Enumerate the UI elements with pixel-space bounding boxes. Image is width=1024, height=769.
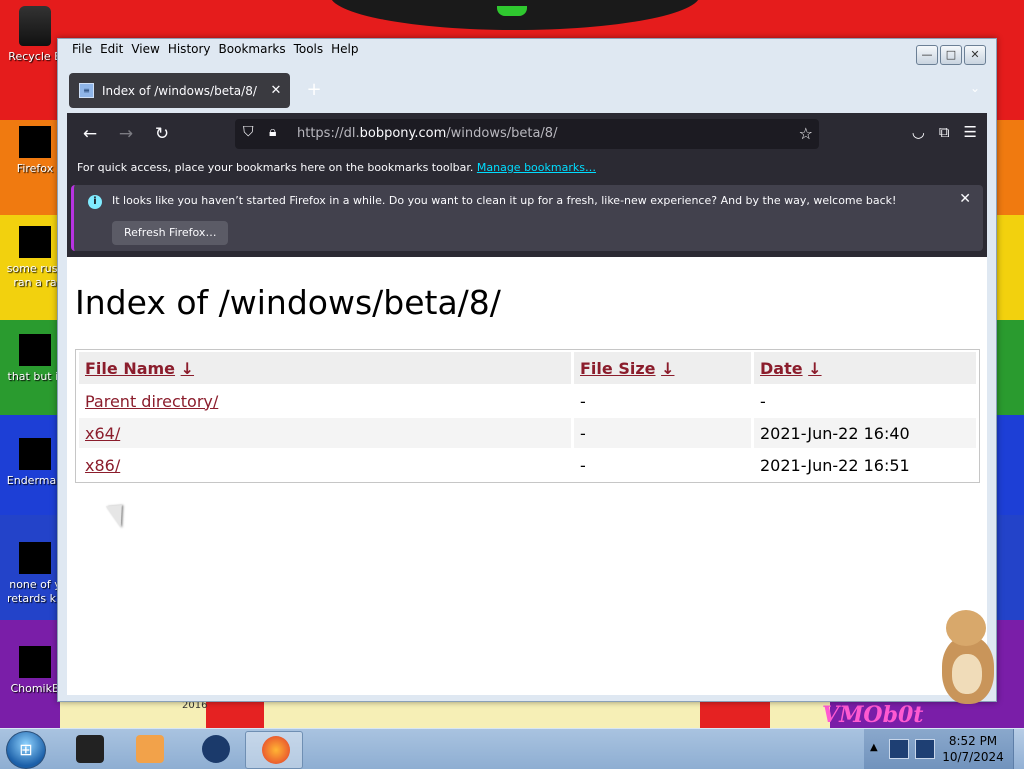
- menu-edit[interactable]: Edit: [98, 39, 129, 61]
- tab-title: Index of /windows/beta/8/: [102, 83, 257, 98]
- start-button[interactable]: ⊞: [6, 731, 46, 769]
- notification-area: i It looks like you haven’t started Fire…: [67, 181, 987, 257]
- menu-help[interactable]: Help: [329, 39, 364, 61]
- file-name-cell: Parent directory/: [79, 386, 571, 416]
- reload-button[interactable]: ↻: [151, 123, 173, 145]
- file-size-cell: -: [580, 391, 586, 411]
- bookmark-star-icon[interactable]: ☆: [799, 124, 813, 143]
- volume-icon[interactable]: [915, 739, 935, 759]
- clock-time: 8:52 PM: [948, 734, 998, 748]
- refresh-notification: i It looks like you haven’t started Fire…: [71, 185, 983, 251]
- table-row: x64/ - 2021-Jun-22 16:40: [79, 418, 976, 448]
- close-tab-icon[interactable]: ✕: [266, 83, 286, 98]
- folder-icon: [19, 334, 51, 366]
- app-icon: [19, 438, 51, 470]
- taskbar-app-firefox[interactable]: [245, 731, 303, 769]
- file-name-cell: x64/: [79, 418, 571, 448]
- media-player-icon: [136, 735, 164, 763]
- maximize-button[interactable]: □: [940, 45, 962, 65]
- date-cell: 2021-Jun-22 16:40: [754, 418, 976, 448]
- navigation-toolbar: ← → ↻ ⛉ 🔒︎ https://dl.bobpony.com/window…: [67, 113, 987, 155]
- tab-strip: ≡ Index of /windows/beta/8/ ✕ + ⌄: [58, 69, 996, 111]
- menu-file[interactable]: File: [70, 39, 98, 61]
- menu-bar: File Edit View History Bookmarks Tools H…: [58, 39, 365, 61]
- shield-icon[interactable]: ⛉: [243, 124, 254, 140]
- hamster-mascot: [928, 606, 1006, 706]
- hamburger-menu-icon[interactable]: ☰: [964, 123, 977, 141]
- page-content: Index of /windows/beta/8/ File Name ↓ Fi…: [67, 257, 987, 695]
- system-tray: ▲ 8:52 PM 10/7/2024: [864, 729, 1024, 769]
- sort-icon[interactable]: ↓: [661, 359, 674, 378]
- app-icon: [19, 646, 51, 678]
- menu-history[interactable]: History: [166, 39, 217, 61]
- table-header-row: File Name ↓ File Size ↓ Date ↓: [79, 352, 976, 384]
- bookmarks-hint: For quick access, place your bookmarks h…: [77, 161, 474, 174]
- terminal-icon: [76, 735, 104, 763]
- wallpaper-art-red: [206, 700, 264, 730]
- lock-icon[interactable]: 🔒︎: [269, 124, 276, 140]
- page-icon: ≡: [79, 83, 94, 98]
- taskbar-app-media[interactable]: [120, 731, 176, 767]
- table-row: Parent directory/ - -: [79, 386, 976, 416]
- taskbar-app-terminal[interactable]: [60, 731, 116, 767]
- parent-directory-link[interactable]: Parent directory/: [85, 392, 218, 411]
- toolbar-actions: ◡ ⧉ ☰: [912, 123, 977, 141]
- info-icon: i: [88, 195, 102, 209]
- recycle-bin-icon: [19, 6, 51, 46]
- column-date[interactable]: Date ↓: [754, 352, 976, 384]
- bookmarks-toolbar: For quick access, place your bookmarks h…: [67, 155, 987, 181]
- tray-expand-icon[interactable]: ▲: [870, 742, 878, 753]
- close-icon[interactable]: ✕: [959, 191, 971, 207]
- firefox-icon: [19, 126, 51, 158]
- page-title: Index of /windows/beta/8/: [75, 283, 501, 322]
- wallpaper-accent: [497, 6, 527, 16]
- network-icon[interactable]: [889, 739, 909, 759]
- new-tab-button[interactable]: +: [304, 81, 324, 101]
- extensions-icon[interactable]: ⧉: [939, 123, 950, 141]
- folder-link-x64[interactable]: x64/: [85, 424, 120, 443]
- clock-date: 10/7/2024: [942, 750, 1004, 764]
- sort-icon[interactable]: ↓: [181, 359, 194, 378]
- folder-link-x86[interactable]: x86/: [85, 456, 120, 475]
- notification-text: It looks like you haven’t started Firefo…: [112, 194, 897, 207]
- chevron-down-icon[interactable]: ⌄: [970, 81, 980, 95]
- file-name-cell: x86/: [79, 450, 571, 480]
- sort-icon[interactable]: ↓: [808, 359, 821, 378]
- menu-bookmarks[interactable]: Bookmarks: [217, 39, 292, 61]
- file-size-cell: -: [574, 418, 751, 448]
- wallpaper-art-red-right: [700, 700, 770, 730]
- window-controls: — □ ✕: [916, 45, 986, 65]
- tab-active[interactable]: ≡ Index of /windows/beta/8/ ✕: [69, 73, 290, 108]
- menu-view[interactable]: View: [129, 39, 165, 61]
- directory-listing: File Name ↓ File Size ↓ Date ↓ Parent di…: [75, 349, 980, 483]
- date-cell: -: [760, 391, 766, 411]
- wallpaper-watermark: VMOb0t: [822, 702, 924, 728]
- refresh-firefox-button[interactable]: Refresh Firefox…: [112, 221, 229, 245]
- file-size-cell: -: [580, 455, 586, 475]
- menu-tools[interactable]: Tools: [292, 39, 330, 61]
- taskbar: ⊞ ▲ 8:52 PM 10/7/2024: [0, 728, 1024, 769]
- clock[interactable]: 8:52 PM 10/7/2024: [942, 733, 1004, 765]
- taskbar-app-globe[interactable]: [186, 731, 242, 767]
- url-bar[interactable]: ⛉ 🔒︎ https://dl.bobpony.com/windows/beta…: [235, 119, 819, 149]
- show-desktop-button[interactable]: [1013, 729, 1024, 769]
- close-window-button[interactable]: ✕: [964, 45, 986, 65]
- back-button[interactable]: ←: [79, 123, 101, 145]
- column-file-name[interactable]: File Name ↓: [79, 352, 571, 384]
- firefox-window: File Edit View History Bookmarks Tools H…: [57, 38, 997, 702]
- globe-icon: [202, 735, 230, 763]
- date-cell: 2021-Jun-22 16:51: [760, 455, 910, 475]
- manage-bookmarks-link[interactable]: Manage bookmarks…: [477, 161, 596, 174]
- firefox-icon: [262, 736, 290, 764]
- forward-button[interactable]: →: [115, 123, 137, 145]
- url-text[interactable]: https://dl.bobpony.com/windows/beta/8/: [297, 126, 557, 141]
- minimize-button[interactable]: —: [916, 45, 938, 65]
- file-icon: [19, 226, 51, 258]
- file-icon: [19, 542, 51, 574]
- table-row: x86/ - 2021-Jun-22 16:51: [79, 450, 976, 480]
- pocket-icon[interactable]: ◡: [912, 123, 925, 141]
- column-file-size[interactable]: File Size ↓: [574, 352, 751, 384]
